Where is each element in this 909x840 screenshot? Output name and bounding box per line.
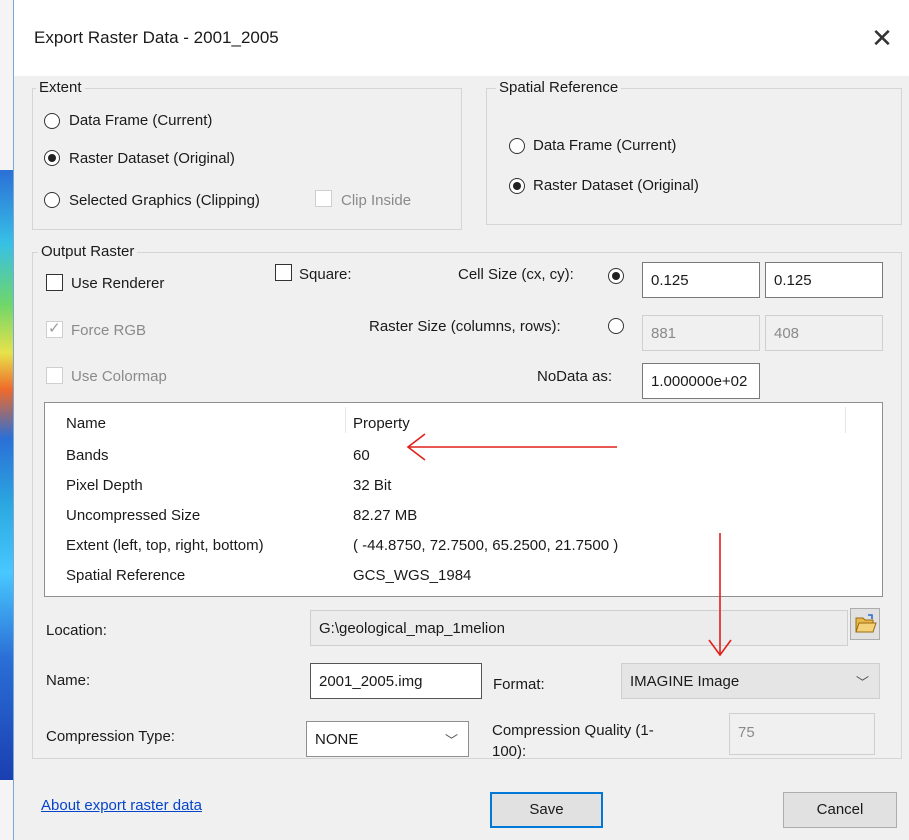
annotation-arrows bbox=[406, 433, 732, 657]
arrow-to-bands bbox=[406, 433, 617, 461]
arrow-to-format bbox=[708, 533, 732, 657]
